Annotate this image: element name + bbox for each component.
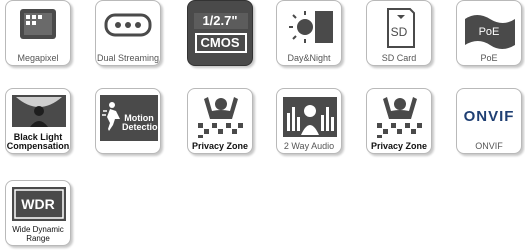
wdr-icon-text: WDR — [21, 196, 55, 212]
privacy-zone-label-1: Privacy Zone — [191, 141, 249, 151]
dual-streaming-tile: Dual Streaming — [95, 0, 161, 66]
megapixel-label: Megapixel — [17, 53, 59, 63]
privacy-zone-label-2: Privacy Zone — [370, 141, 428, 151]
sd-card-tile: SD SD Card — [366, 0, 432, 66]
onvif-logo: ONVIF — [463, 108, 515, 125]
motion-detection-tile: Motion Detection — [95, 88, 161, 154]
motion-label-line2: Detection — [122, 122, 161, 132]
megapixel-tile: Megapixel — [5, 0, 71, 66]
two-way-audio-tile: 2 Way Audio — [276, 88, 342, 154]
onvif-label: ONVIF — [475, 141, 503, 151]
cmos-icon — [194, 13, 248, 53]
poe-icon-text: PoE — [478, 26, 500, 38]
cmos-size-text: 1/2.7" — [202, 13, 238, 28]
cmos-text: CMOS — [200, 35, 240, 50]
cmos-tile: 1/2.7" CMOS — [187, 0, 253, 66]
two-way-audio-label: 2 Way Audio — [283, 141, 335, 151]
onvif-tile: ONVIF ONVIF — [456, 88, 522, 154]
blc-label-line2: Compensation — [6, 141, 70, 151]
blc-tile: Black Light Compensation — [5, 88, 71, 154]
wdr-tile: WDR Wide Dynamic Range — [5, 180, 71, 246]
wdr-label-line2: Range — [26, 234, 50, 243]
sd-card-icon-text: SD — [390, 25, 408, 39]
wdr-label-line1: Wide Dynamic — [12, 225, 64, 234]
privacy-zone-tile-2: Privacy Zone — [366, 88, 432, 154]
poe-tile: PoE PoE — [456, 0, 522, 66]
sd-card-label: SD Card — [381, 53, 417, 63]
day-night-tile: Day&Night — [276, 0, 342, 66]
day-night-label: Day&Night — [287, 53, 331, 63]
poe-label: PoE — [480, 53, 498, 63]
dual-streaming-label: Dual Streaming — [96, 53, 160, 63]
privacy-zone-tile-1: Privacy Zone — [187, 88, 253, 154]
